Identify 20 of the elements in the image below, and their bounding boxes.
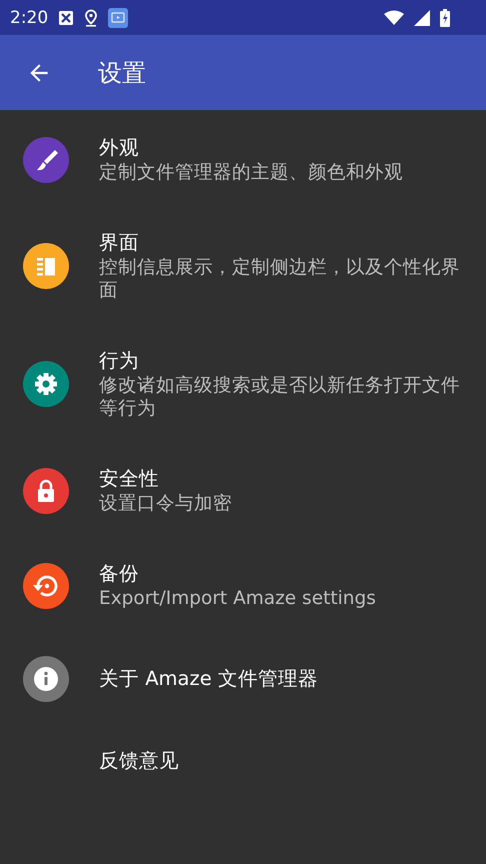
- screen-title: 设置: [98, 58, 146, 88]
- setting-title[interactable]: 备份: [99, 561, 464, 587]
- setting-description: 设置口令与加密: [99, 492, 233, 515]
- wifi-icon: [384, 10, 404, 26]
- setting-title[interactable]: 关于 Amaze 文件管理器: [99, 666, 464, 692]
- setting-title[interactable]: 界面: [99, 230, 464, 256]
- setting-title[interactable]: 反馈意见: [99, 748, 464, 774]
- setting-title[interactable]: 行为: [99, 348, 464, 374]
- signal-icon: [414, 10, 430, 26]
- setting-description: 控制信息展示，定制侧边栏，以及个性化界面: [99, 256, 461, 302]
- app-icon: [108, 8, 128, 28]
- notification-icon: [58, 10, 74, 26]
- battery-icon: [440, 8, 450, 26]
- setting-description: Export/Import Amaze settings: [99, 587, 377, 610]
- setting-title[interactable]: 安全性: [99, 466, 464, 492]
- location-icon: [84, 8, 98, 26]
- status-time: 2:20: [10, 8, 48, 28]
- setting-title[interactable]: 外观: [99, 135, 464, 161]
- setting-description: 定制文件管理器的主题、颜色和外观: [99, 161, 404, 184]
- setting-description: 修改诸如高级搜索或是否以新任务打开文件等行为: [99, 374, 461, 420]
